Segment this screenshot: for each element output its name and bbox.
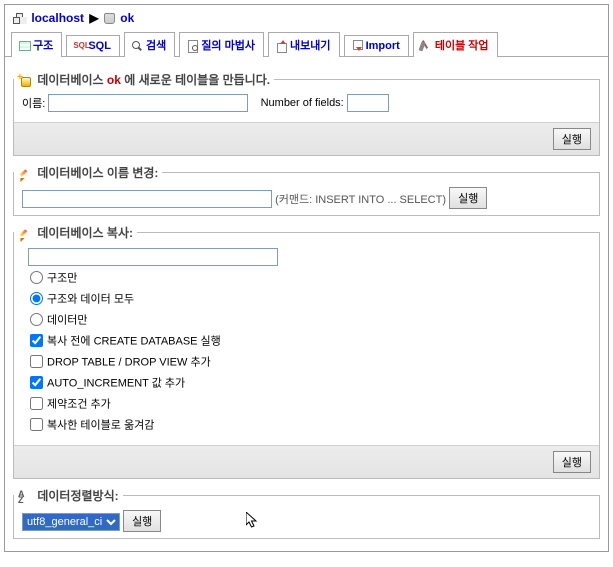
label-structure-data: 구조와 데이터 모두: [47, 294, 134, 306]
legend-rename-db: 데이터베이스 이름 변경:: [14, 164, 162, 181]
chk-switch[interactable]: [30, 418, 43, 431]
label-drop: DROP TABLE / DROP VIEW 추가: [47, 357, 211, 369]
chk-autoinc[interactable]: [30, 376, 43, 389]
chk-constraints[interactable]: [30, 397, 43, 410]
label-create-db: 복사 전에 CREATE DATABASE 실행: [47, 336, 221, 348]
operations-icon: [420, 40, 434, 52]
tab-operations[interactable]: 테이블 작업: [413, 32, 498, 57]
tab-query[interactable]: 질의 마법사: [179, 32, 264, 57]
server-icon: [13, 13, 26, 24]
rename-hint: (커맨드: INSERT INTO ... SELECT): [275, 194, 446, 206]
label-switch: 복사한 테이블로 옮겨감: [47, 420, 154, 432]
breadcrumb-db-link[interactable]: ok: [120, 11, 134, 25]
label-structure-only: 구조만: [47, 273, 77, 285]
legend-create-table: 데이터베이스 ok 에 새로운 테이블을 만듭니다.: [14, 71, 274, 88]
search-icon: [131, 40, 145, 52]
label-autoinc: AUTO_INCREMENT 값 추가: [47, 378, 185, 390]
input-table-name[interactable]: [48, 94, 248, 112]
structure-icon: [18, 40, 32, 52]
sql-icon: SQL: [73, 40, 87, 52]
chk-drop[interactable]: [30, 355, 43, 368]
tab-sql[interactable]: SQLSQL: [66, 35, 120, 56]
export-icon: [275, 40, 289, 52]
input-rename-db[interactable]: [22, 190, 272, 208]
select-collation[interactable]: utf8_general_ci: [22, 513, 120, 531]
input-copy-target[interactable]: [28, 248, 278, 266]
radio-data-only[interactable]: [30, 313, 43, 326]
breadcrumb-separator: ▶: [87, 11, 100, 25]
database-icon: [104, 13, 115, 24]
label-constraints: 제약조건 추가: [47, 399, 111, 411]
fieldset-collation: AZ 데이터정렬방식: utf8_general_ci 실행: [13, 487, 600, 539]
label-table-name: 이름:: [22, 98, 45, 110]
label-data-only: 데이터만: [47, 315, 87, 327]
new-table-icon: [18, 75, 32, 87]
input-num-fields[interactable]: [347, 94, 389, 112]
collation-icon: AZ: [18, 491, 32, 503]
fieldset-create-table: 데이터베이스 ok 에 새로운 테이블을 만듭니다. 이름: Number of…: [13, 71, 600, 156]
fieldset-rename-db: 데이터베이스 이름 변경: (커맨드: INSERT INTO ... SELE…: [13, 164, 600, 216]
legend-collation: AZ 데이터정렬방식:: [14, 487, 123, 504]
cursor-icon: [246, 512, 258, 530]
tab-import[interactable]: Import: [344, 35, 409, 56]
tab-search[interactable]: 검색: [124, 32, 175, 57]
tab-structure[interactable]: 구조: [11, 32, 62, 57]
query-icon: [186, 40, 200, 52]
pencil-icon: [18, 168, 32, 180]
radio-structure-data[interactable]: [30, 292, 43, 305]
pencil-icon: [18, 228, 32, 240]
label-num-fields: Number of fields:: [261, 97, 344, 109]
legend-copy-db: 데이터베이스 복사:: [14, 224, 137, 241]
breadcrumb: localhost ▶ ok: [5, 5, 608, 31]
create-table-submit[interactable]: 실행: [553, 128, 591, 150]
fieldset-copy-db: 데이터베이스 복사: 구조만 구조와 데이터 모두 데이터만 복사 전에 CRE…: [13, 224, 600, 479]
tab-export[interactable]: 내보내기: [268, 32, 339, 57]
chk-create-db[interactable]: [30, 334, 43, 347]
copy-db-submit[interactable]: 실행: [553, 451, 591, 473]
radio-structure-only[interactable]: [30, 271, 43, 284]
collation-submit[interactable]: 실행: [123, 510, 161, 532]
rename-db-submit[interactable]: 실행: [449, 187, 487, 209]
breadcrumb-server-link[interactable]: localhost: [31, 11, 84, 25]
tab-bar: 구조 SQLSQL 검색 질의 마법사 내보내기 Import 테이블 작업: [5, 31, 608, 57]
import-icon: [351, 40, 365, 52]
